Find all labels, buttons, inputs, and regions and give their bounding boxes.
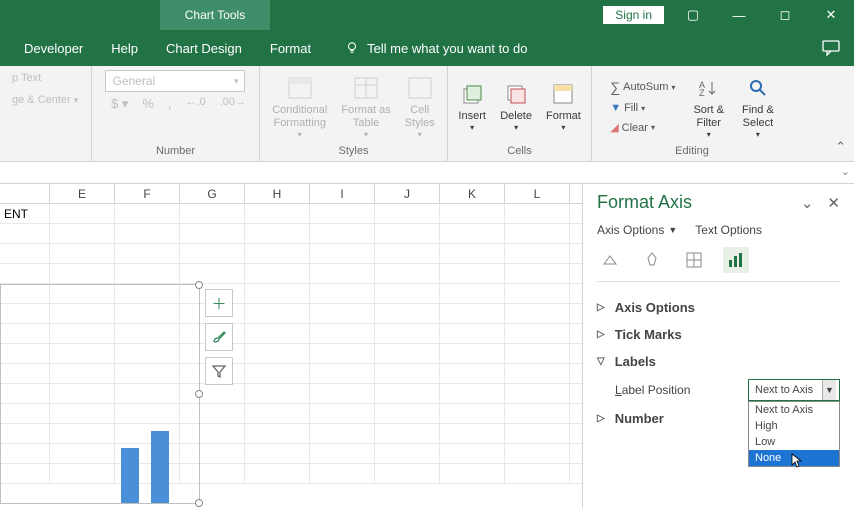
tab-chart-design[interactable]: Chart Design <box>152 30 256 66</box>
text-options-tab[interactable]: Text Options <box>695 223 762 237</box>
tab-help[interactable]: Help <box>97 30 152 66</box>
number-format-select[interactable]: General▾ <box>105 70 245 92</box>
decrease-decimal-button[interactable]: .00→ <box>220 96 246 112</box>
merge-center-button[interactable]: ge & Center▾ <box>8 92 82 108</box>
lightbulb-icon <box>345 41 359 55</box>
tell-me-text: Tell me what you want to do <box>367 41 527 56</box>
col-header[interactable]: J <box>375 184 440 203</box>
sign-in-button[interactable]: Sign in <box>603 6 664 24</box>
format-button[interactable]: Format▾ <box>542 78 585 135</box>
dropdown-item[interactable]: Next to Axis <box>749 402 839 418</box>
col-header[interactable]: E <box>50 184 115 203</box>
tab-developer[interactable]: Developer <box>10 30 97 66</box>
svg-text:Z: Z <box>699 88 705 98</box>
cond-format-icon <box>287 76 313 100</box>
format-cells-icon <box>552 83 574 105</box>
expand-formula-bar-icon[interactable]: ⌄ <box>841 165 850 178</box>
chart-bar <box>151 431 169 503</box>
label-position-dropdown[interactable]: Next to Axis▼ Next to Axis High Low None <box>748 379 840 401</box>
minimize-icon[interactable]: ― <box>716 0 762 30</box>
axis-options-tab[interactable]: Axis Options▼ <box>597 223 677 237</box>
col-header[interactable]: F <box>115 184 180 203</box>
col-header[interactable]: H <box>245 184 310 203</box>
axis-options-section[interactable]: ▷Axis Options <box>597 294 840 321</box>
group-number-label: Number <box>156 143 195 159</box>
insert-button[interactable]: Insert▾ <box>454 78 490 135</box>
autosum-button[interactable]: ∑AutoSum▾ <box>606 77 679 97</box>
pane-title: Format Axis <box>597 192 692 213</box>
cell[interactable]: ENT <box>0 204 50 223</box>
col-header[interactable] <box>0 184 50 203</box>
table-icon <box>353 76 379 100</box>
sort-icon: AZ <box>698 78 720 98</box>
format-as-table-button[interactable]: Format as Table▾ <box>337 72 395 142</box>
fill-line-icon[interactable] <box>597 247 623 273</box>
funnel-icon <box>211 363 227 379</box>
currency-button[interactable]: $ ▾ <box>111 96 128 112</box>
chart-tools-label: Chart Tools <box>160 0 270 30</box>
title-bar: Chart Tools Sign in ▢ ― ◻ ✕ <box>0 0 854 30</box>
wrap-text-button[interactable]: p Text <box>8 70 45 86</box>
brush-icon <box>211 329 227 345</box>
cell-styles-icon <box>407 76 433 100</box>
find-select-button[interactable]: Find & Select▾ <box>738 72 778 142</box>
fill-button[interactable]: ▼Fill▾ <box>606 100 679 116</box>
menu-bar: Developer Help Chart Design Format Tell … <box>0 30 854 66</box>
col-header[interactable]: G <box>180 184 245 203</box>
comma-button[interactable]: , <box>168 96 172 112</box>
effects-icon[interactable] <box>639 247 665 273</box>
pane-options-icon[interactable]: ⌄ <box>801 194 814 212</box>
format-axis-pane: Format Axis ⌄ ✕ Axis Options▼ Text Optio… <box>582 184 854 508</box>
cell-styles-button[interactable]: Cell Styles▾ <box>401 72 439 142</box>
percent-button[interactable]: % <box>142 96 154 112</box>
insert-icon <box>461 83 483 105</box>
delete-icon <box>505 83 527 105</box>
formula-bar[interactable]: ⌄ <box>0 162 854 184</box>
increase-decimal-button[interactable]: ←.0 <box>186 96 206 112</box>
dropdown-item[interactable]: High <box>749 418 839 434</box>
cursor-icon <box>791 453 803 469</box>
tab-format[interactable]: Format <box>256 30 325 66</box>
resize-handle[interactable] <box>195 499 203 507</box>
maximize-icon[interactable]: ◻ <box>762 0 808 30</box>
close-icon[interactable]: ✕ <box>808 0 854 30</box>
chart-selection[interactable] <box>0 284 200 504</box>
resize-handle[interactable] <box>195 390 203 398</box>
group-cells-label: Cells <box>507 143 531 159</box>
collapse-ribbon-icon[interactable]: ⌃ <box>835 139 846 155</box>
dropdown-item[interactable]: None <box>749 450 839 466</box>
sort-filter-button[interactable]: AZSort & Filter▾ <box>689 72 728 142</box>
search-icon <box>747 78 769 98</box>
tick-marks-section[interactable]: ▷Tick Marks <box>597 321 840 348</box>
chart-filters-button[interactable] <box>205 357 233 385</box>
size-properties-icon[interactable] <box>681 247 707 273</box>
labels-section[interactable]: ▽Labels <box>597 348 840 375</box>
label-position-label: LLabel Positionabel Position <box>615 383 690 397</box>
dropdown-list: Next to Axis High Low None <box>748 401 840 467</box>
conditional-formatting-button[interactable]: Conditional Formatting▾ <box>268 72 331 142</box>
group-styles-label: Styles <box>339 143 369 159</box>
col-header[interactable]: I <box>310 184 375 203</box>
group-editing-label: Editing <box>675 143 709 159</box>
axis-options-icon[interactable] <box>723 247 749 273</box>
delete-button[interactable]: Delete▾ <box>496 78 536 135</box>
resize-handle[interactable] <box>195 281 203 289</box>
chart-elements-button[interactable]: ＋ <box>205 289 233 317</box>
chart-styles-button[interactable] <box>205 323 233 351</box>
chart-bar <box>121 448 139 503</box>
col-header[interactable]: L <box>505 184 570 203</box>
col-header[interactable]: K <box>440 184 505 203</box>
dropdown-item[interactable]: Low <box>749 434 839 450</box>
comment-icon[interactable] <box>822 40 840 56</box>
ribbon: p Text ge & Center▾ General▾ $ ▾ % , ←.0… <box>0 66 854 162</box>
tell-me[interactable]: Tell me what you want to do <box>345 41 527 56</box>
pane-close-icon[interactable]: ✕ <box>827 194 840 212</box>
ribbon-display-icon[interactable]: ▢ <box>670 0 716 30</box>
clear-button[interactable]: ◢Clear▾ <box>606 119 679 136</box>
